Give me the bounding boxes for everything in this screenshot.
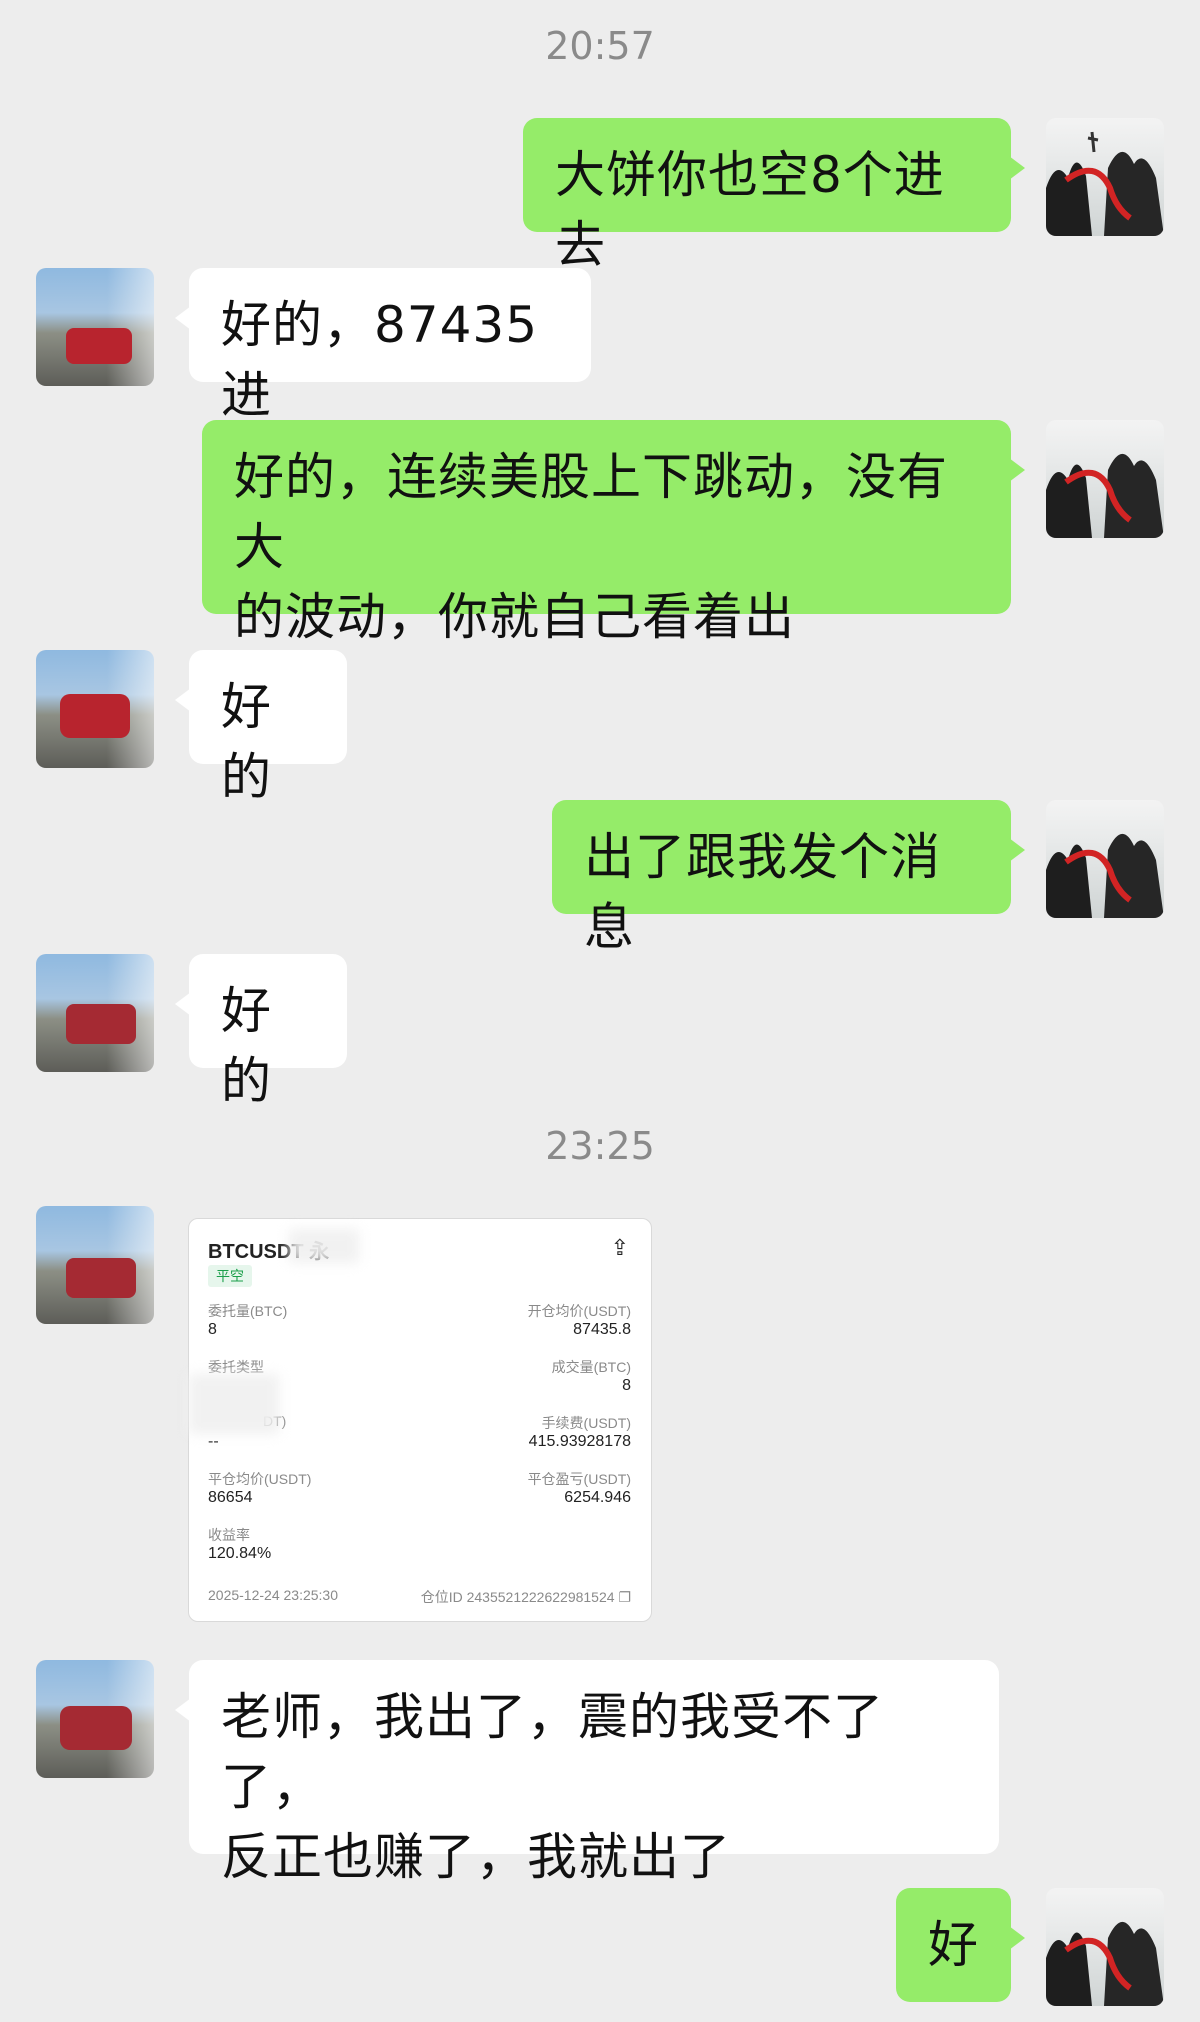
message-text-line: 的波动，你就自己看着出 [234, 588, 795, 646]
my-avatar[interactable] [1046, 118, 1164, 236]
contact-avatar[interactable] [36, 650, 154, 768]
contact-avatar[interactable] [36, 268, 154, 386]
open-avg-label: 开仓均价(USDT) [527, 1303, 631, 1319]
message-bubble-me[interactable]: 出了跟我发个消息 [552, 800, 1025, 956]
fee-label: 手续费(USDT) [541, 1415, 631, 1431]
message-text-line: 老师，我出了，震的我受不了了， [221, 1688, 884, 1816]
message-text: 好的 [221, 982, 272, 1110]
message-text-line: 好的，连续美股上下跳动，没有大 [234, 448, 948, 576]
close-avg-label: 平仓均价(USDT) [208, 1471, 312, 1487]
contact-avatar[interactable] [36, 1660, 154, 1778]
car-shape [66, 1004, 136, 1044]
car-shape [60, 694, 130, 738]
message-text: 好的 [221, 678, 272, 806]
message-bubble-other[interactable]: 好的 [175, 650, 347, 806]
ink-painting-icon [1046, 453, 1164, 538]
car-shape [66, 1258, 136, 1298]
ink-painting-icon [1046, 131, 1164, 236]
message-bubble-other[interactable]: 好的 [175, 954, 347, 1110]
car-shape [66, 328, 132, 364]
message-text: 好的，87435进 [221, 296, 539, 424]
close-short-tag: 平空 [208, 1265, 252, 1287]
filled-qty-label: 成交量(BTC) [551, 1359, 631, 1375]
order-qty-label: 委托量(BTC) [208, 1303, 288, 1319]
pnl-label: 平仓盈亏(USDT) [527, 1471, 631, 1487]
ink-painting-icon [1046, 1921, 1164, 2006]
timestamp: 23:25 [545, 1124, 655, 1168]
my-avatar[interactable] [1046, 800, 1164, 918]
row3-left-value: -- [208, 1433, 219, 1450]
position-id: 仓位ID 2435521222622981524 ❐ [421, 1587, 631, 1607]
trade-datetime: 2025-12-24 23:25:30 [208, 1587, 338, 1603]
position-id-text: 仓位ID 2435521222622981524 [420, 1589, 615, 1605]
fee-value: 415.93928178 [528, 1433, 631, 1450]
my-avatar[interactable] [1046, 1888, 1164, 2006]
message-text: 出了跟我发个消息 [584, 828, 941, 956]
filled-qty-value: 8 [622, 1377, 631, 1394]
contact-avatar[interactable] [36, 954, 154, 1072]
order-qty-value: 8 [208, 1321, 217, 1338]
message-bubble-me[interactable]: 好 [896, 1888, 1025, 2002]
message-bubble-other[interactable]: 好的，87435进 [175, 268, 591, 424]
share-icon[interactable]: ⇪ [611, 1235, 629, 1261]
ink-painting-icon [1046, 833, 1164, 918]
message-text: 好 [928, 1916, 979, 1974]
trade-screenshot-card[interactable]: BTCUSDT 永 ⇪ 平空 委托量(BTC) 8 开仓均价(USDT) 874… [188, 1218, 652, 1622]
message-text-line: 反正也赚了，我就出了 [221, 1828, 731, 1886]
roi-label: 收益率 [208, 1527, 250, 1543]
message-bubble-me[interactable]: 好的，连续美股上下跳动，没有大 的波动，你就自己看着出 [202, 420, 1025, 646]
message-text: 大饼你也空8个进去 [555, 146, 945, 274]
timestamp: 20:57 [545, 24, 655, 68]
copy-icon[interactable]: ❐ [618, 1589, 631, 1605]
privacy-blur [189, 1374, 279, 1434]
message-bubble-me[interactable]: 大饼你也空8个进去 [523, 118, 1025, 274]
roi-value: 120.84% [208, 1545, 272, 1562]
message-bubble-other[interactable]: 老师，我出了，震的我受不了了， 反正也赚了，我就出了 [175, 1660, 999, 1886]
contact-avatar[interactable] [36, 1206, 154, 1324]
close-avg-value: 86654 [208, 1489, 253, 1506]
open-avg-value: 87435.8 [573, 1321, 631, 1338]
my-avatar[interactable] [1046, 420, 1164, 538]
car-shape [60, 1706, 132, 1750]
privacy-blur [289, 1229, 359, 1263]
pnl-value: 6254.946 [564, 1489, 631, 1506]
